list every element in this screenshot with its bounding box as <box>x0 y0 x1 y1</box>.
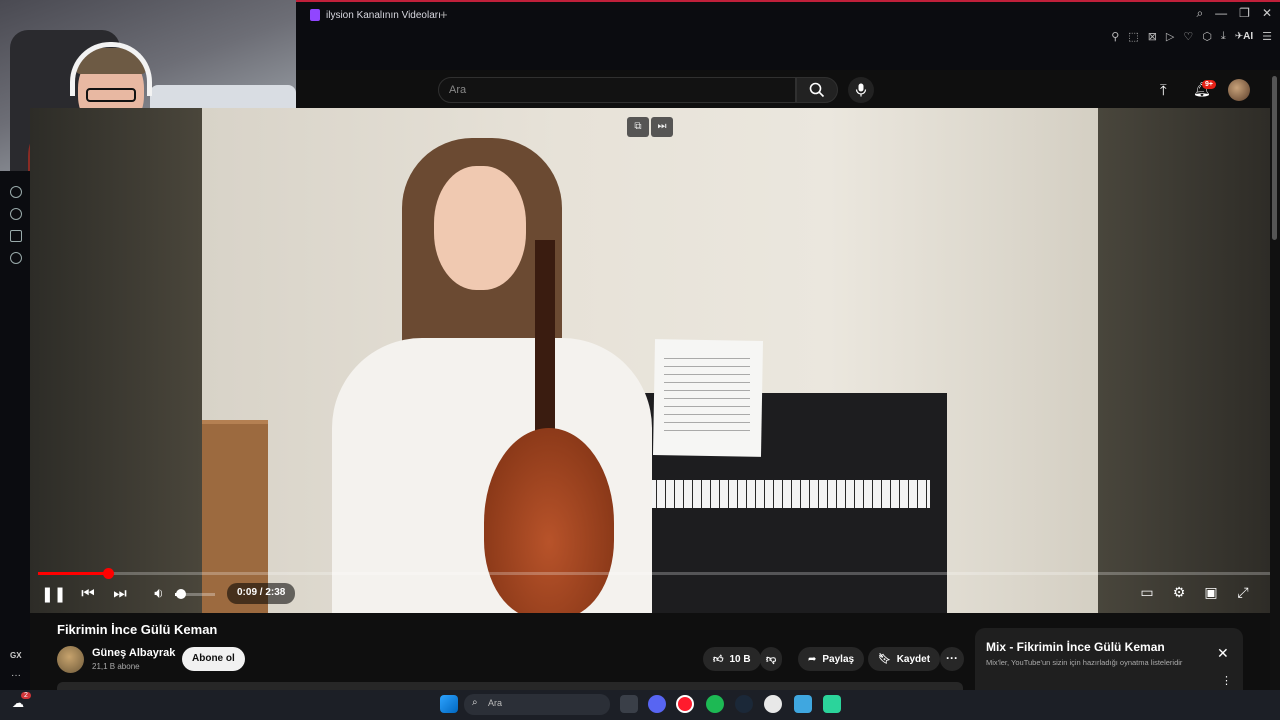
share-button[interactable]: ➦ Paylaş <box>798 647 865 671</box>
search-icon[interactable]: ⌕ <box>1196 6 1203 21</box>
video-blur-left <box>30 108 202 613</box>
glasses <box>86 88 136 102</box>
progress-bar[interactable] <box>38 572 1270 575</box>
mix-title[interactable]: Mix - Fikrimin İnce Gülü Keman <box>986 640 1165 654</box>
save-button[interactable]: 🔖︎ Kaydet <box>868 647 941 671</box>
settings-gear-icon[interactable]: ⚙︎ <box>1168 584 1190 601</box>
subtitles-icon[interactable]: ▭ <box>1136 584 1158 601</box>
like-count: 10 B <box>729 653 751 665</box>
scrollbar-thumb[interactable] <box>1272 76 1277 240</box>
taskbar-search-input[interactable]: Ara <box>464 694 610 715</box>
piano-keys <box>630 480 930 508</box>
obs-icon[interactable] <box>764 695 782 713</box>
channel-avatar[interactable] <box>57 646 84 673</box>
video-title: Fikrimin İnce Gülü Keman <box>57 622 218 637</box>
settings-icon[interactable] <box>10 252 22 264</box>
microphone-icon <box>855 83 867 97</box>
violin-neck <box>535 240 555 440</box>
steam-icon[interactable] <box>735 695 753 713</box>
tab-title: ilysion Kanalının Videoları <box>326 9 441 21</box>
volume-icon[interactable]: 🔉︎ <box>149 585 169 602</box>
new-tab-button[interactable]: + <box>440 7 448 22</box>
kebab-menu-icon[interactable]: ⋮ <box>1221 674 1232 687</box>
browser-accent-line <box>296 0 1280 2</box>
restore-icon[interactable]: ❐ <box>1239 6 1250 21</box>
gx-control-button[interactable]: GX <box>10 651 22 660</box>
ai-button[interactable]: ✈AI <box>1235 31 1253 42</box>
shield-icon[interactable]: ⊠ <box>1148 30 1157 43</box>
previous-icon[interactable]: ⏮︎ <box>78 585 98 602</box>
history-icon[interactable] <box>10 208 22 220</box>
search-button[interactable] <box>796 77 838 103</box>
player-icon[interactable]: ▷ <box>1166 30 1174 43</box>
share-label: Paylaş <box>822 653 855 665</box>
close-icon[interactable]: ✕ <box>1217 645 1229 662</box>
violin-body <box>484 428 614 613</box>
window-controls: ⌕ — ❐ ✕ <box>1196 6 1272 21</box>
player-sidebar-icon[interactable] <box>10 186 22 198</box>
chat-app-icon[interactable] <box>823 695 841 713</box>
snapshot-icon[interactable]: ⬚ <box>1128 30 1138 43</box>
extensions-icon[interactable]: ⬡ <box>1202 30 1212 43</box>
video-frame[interactable] <box>202 108 1098 613</box>
violinist-face <box>434 166 526 290</box>
browser-toolbar: ⚲ ⬚ ⊠ ▷ ♡ ⬡ ⤓ ✈AI ☰ <box>1111 30 1272 43</box>
next-icon[interactable]: ⏭︎ <box>110 585 130 602</box>
mix-subtitle: Mix'ler, YouTube'un sizin için hazırladı… <box>986 658 1183 667</box>
account-avatar[interactable] <box>1228 79 1250 101</box>
voice-search-button[interactable] <box>848 77 874 103</box>
notification-badge: 2 <box>21 692 31 699</box>
skip-next-mini-icon[interactable]: ⏭︎ <box>651 117 673 137</box>
time-display: 0:09 / 2:38 <box>227 583 296 604</box>
task-view-icon[interactable] <box>620 695 638 713</box>
dislike-button[interactable]: 👎︎ <box>760 647 783 671</box>
thumbs-up-icon: 👍︎ <box>713 654 724 665</box>
progress-bar-played <box>38 572 109 575</box>
theater-mode-icon[interactable]: ▣ <box>1200 584 1222 601</box>
sheet-music-staves <box>664 358 750 438</box>
download-icon[interactable]: ⤓ <box>1221 30 1226 43</box>
minimize-icon[interactable]: — <box>1215 6 1227 21</box>
discord-icon[interactable] <box>648 695 666 713</box>
thumbs-down-icon: 👎︎ <box>766 654 777 665</box>
extensions-sidebar-icon[interactable] <box>10 230 22 242</box>
pin-icon[interactable]: ⚲ <box>1111 30 1119 43</box>
twitch-icon <box>310 9 320 21</box>
windows-taskbar <box>0 690 1280 720</box>
volume-slider-handle[interactable] <box>176 589 186 599</box>
share-icon: ➦ <box>808 653 817 665</box>
close-icon[interactable]: ✕ <box>1262 6 1272 21</box>
search-input[interactable]: Ara <box>438 77 796 103</box>
description-box[interactable] <box>57 682 963 690</box>
like-button[interactable]: 👍︎ 10 B <box>703 647 761 671</box>
more-actions-button[interactable]: ··· <box>940 647 964 671</box>
notifications-badge: 9+ <box>1202 80 1216 89</box>
windows-start-icon[interactable] <box>440 695 458 713</box>
bookmark-icon: 🔖︎ <box>878 653 891 665</box>
video-blur-right <box>1098 108 1270 613</box>
pip-icon[interactable]: ⧉ <box>627 117 649 137</box>
create-upload-icon[interactable]: ⤒ <box>1160 82 1167 99</box>
search-icon: ⌕ <box>472 697 478 708</box>
subscribe-button[interactable]: Abone ol <box>182 647 245 671</box>
channel-name[interactable]: Güneş Albayrak <box>92 647 175 659</box>
pause-icon[interactable]: ❚❚ <box>41 585 66 603</box>
fullscreen-icon[interactable]: ⤢ <box>1232 584 1254 601</box>
menu-icon[interactable]: ☰ <box>1262 30 1272 43</box>
opera-gx-icon[interactable] <box>676 695 694 713</box>
heart-icon[interactable]: ♡ <box>1183 30 1193 43</box>
app-icon[interactable] <box>794 695 812 713</box>
browser-tab[interactable]: ilysion Kanalının Videoları <box>310 5 441 25</box>
search-icon <box>809 82 825 98</box>
channel-subscriber-count: 21,1 B abone <box>92 662 140 671</box>
save-label: Kaydet <box>896 653 931 665</box>
more-icon[interactable]: ··· <box>11 670 21 681</box>
spotify-icon[interactable] <box>706 695 724 713</box>
